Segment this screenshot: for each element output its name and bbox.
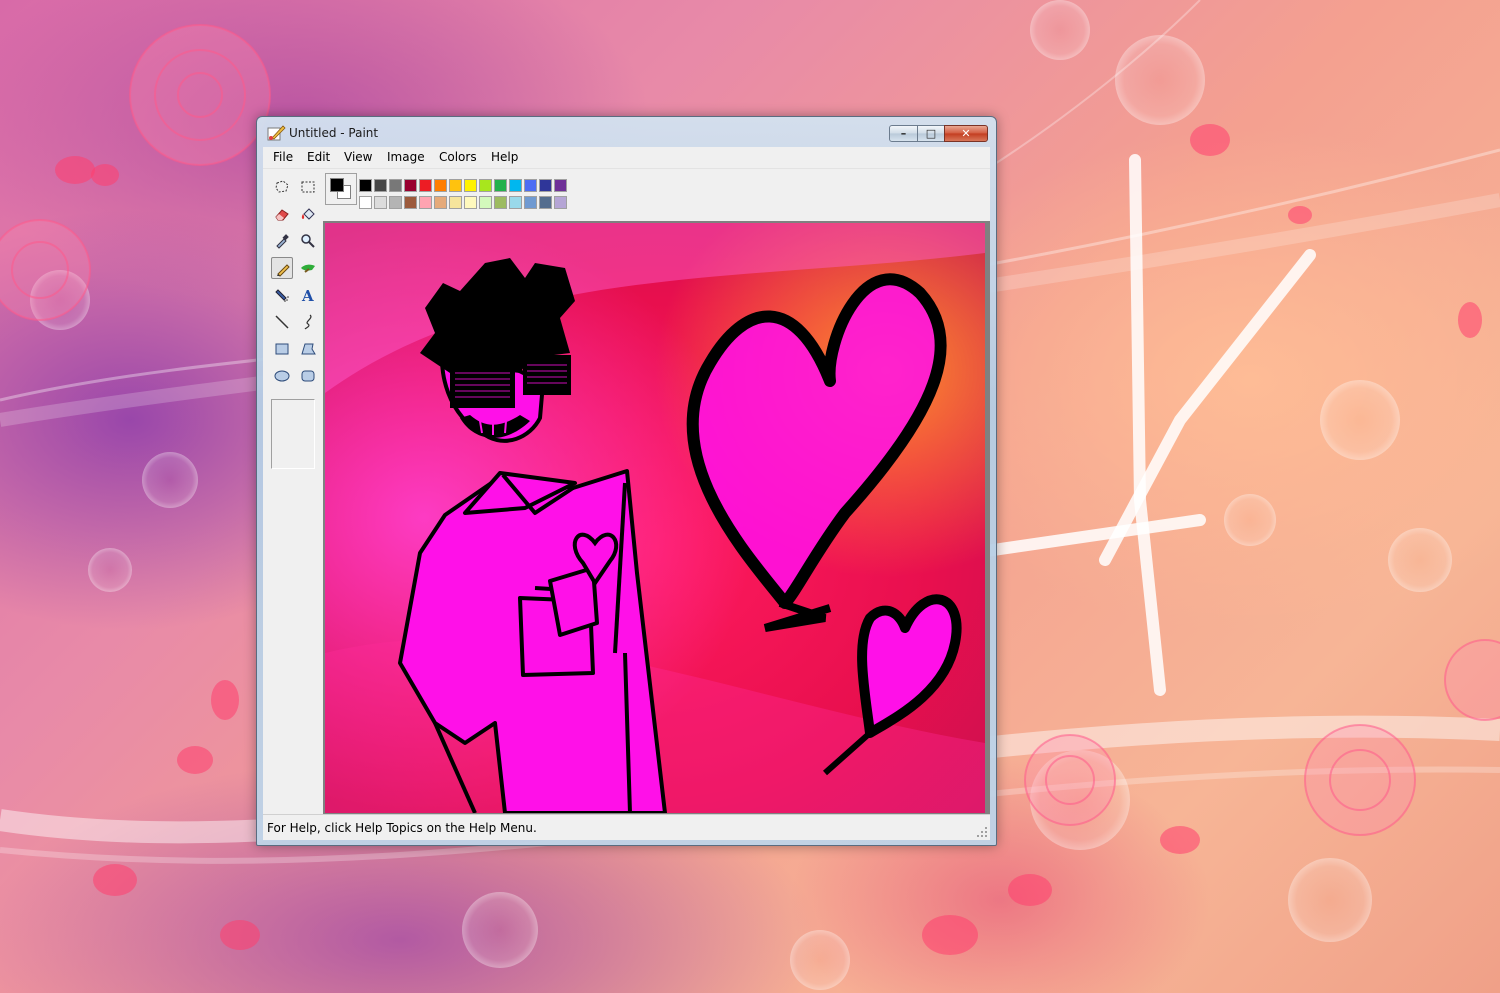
menu-image[interactable]: Image	[387, 150, 425, 164]
pick-color-tool[interactable]	[271, 230, 293, 252]
minimize-button[interactable]: –	[889, 125, 918, 142]
color-swatch[interactable]	[509, 179, 522, 192]
polygon-icon	[301, 343, 316, 355]
free-form-select-tool[interactable]	[271, 176, 293, 198]
brush-icon	[301, 264, 315, 273]
eraser-icon	[275, 209, 289, 221]
paint-app-icon	[267, 125, 286, 141]
color-swatch[interactable]	[464, 179, 477, 192]
fill-with-color-tool[interactable]	[297, 203, 319, 225]
color-swatch[interactable]	[479, 179, 492, 192]
color-swatch[interactable]	[524, 196, 537, 209]
rounded-rect-icon	[301, 370, 315, 382]
foreground-color-swatch[interactable]	[330, 178, 344, 192]
color-swatch[interactable]	[554, 196, 567, 209]
paint-window: Untitled - Paint – □ ✕ File Edit View Im…	[256, 116, 997, 846]
curve-icon	[304, 314, 312, 330]
close-icon: ✕	[961, 127, 971, 140]
color-swatch[interactable]	[509, 196, 522, 209]
title-bar[interactable]: Untitled - Paint – □ ✕	[257, 117, 996, 147]
caption-buttons: – □ ✕	[889, 125, 988, 142]
tool-options-box[interactable]	[271, 399, 315, 469]
brush-tool[interactable]	[297, 257, 319, 279]
line-tool[interactable]	[271, 311, 293, 333]
color-swatch[interactable]	[389, 196, 402, 209]
rect-select-icon	[301, 181, 315, 193]
close-button[interactable]: ✕	[944, 125, 988, 142]
ellipse-tool[interactable]	[271, 365, 293, 387]
lasso-icon	[275, 180, 289, 193]
color-swatch[interactable]	[539, 196, 552, 209]
color-swatch[interactable]	[419, 179, 432, 192]
color-swatch[interactable]	[419, 196, 432, 209]
client-area: A	[263, 169, 990, 814]
magnifier-tool[interactable]	[297, 230, 319, 252]
menu-file[interactable]: File	[273, 150, 293, 164]
color-swatch[interactable]	[374, 179, 387, 192]
color-swatch[interactable]	[479, 196, 492, 209]
color-swatch[interactable]	[464, 196, 477, 209]
pencil-tool[interactable]	[271, 257, 293, 279]
eraser-tool[interactable]	[271, 203, 293, 225]
color-swatch[interactable]	[374, 196, 387, 209]
toolbox: A	[263, 169, 323, 814]
status-bar: For Help, click Help Topics on the Help …	[263, 814, 990, 840]
color-swatch[interactable]	[524, 179, 537, 192]
color-swatch[interactable]	[449, 179, 462, 192]
color-swatch[interactable]	[434, 196, 447, 209]
menu-help[interactable]: Help	[491, 150, 518, 164]
rectangle-tool[interactable]	[271, 338, 293, 360]
polygon-tool[interactable]	[297, 338, 319, 360]
minimize-icon: –	[900, 127, 907, 140]
canvas-area	[323, 221, 990, 814]
text-icon: A	[301, 287, 314, 303]
color-swatch[interactable]	[404, 179, 417, 192]
line-icon	[275, 315, 289, 329]
magnifier-icon	[301, 234, 315, 248]
maximize-button[interactable]: □	[918, 125, 944, 142]
ellipse-icon	[274, 370, 290, 382]
color-swatch[interactable]	[389, 179, 402, 192]
rounded-rectangle-tool[interactable]	[297, 365, 319, 387]
color-palette	[323, 169, 990, 217]
color-swatch[interactable]	[554, 179, 567, 192]
color-swatch[interactable]	[434, 179, 447, 192]
airbrush-icon	[275, 289, 289, 302]
menu-view[interactable]: View	[344, 150, 372, 164]
color-swatch[interactable]	[494, 196, 507, 209]
pencil-icon	[277, 264, 290, 277]
menu-edit[interactable]: Edit	[307, 150, 330, 164]
menu-colors[interactable]: Colors	[439, 150, 477, 164]
color-swatch[interactable]	[404, 196, 417, 209]
svg-text:A: A	[301, 287, 314, 303]
paint-bucket-icon	[301, 208, 315, 220]
current-colors-box[interactable]	[325, 173, 357, 205]
curve-tool[interactable]	[297, 311, 319, 333]
color-swatch[interactable]	[359, 179, 372, 192]
maximize-icon: □	[925, 127, 937, 140]
color-swatch[interactable]	[359, 196, 372, 209]
eyedropper-icon	[276, 234, 289, 249]
color-swatch[interactable]	[494, 179, 507, 192]
color-swatch[interactable]	[539, 179, 552, 192]
resize-grip-icon[interactable]	[976, 826, 988, 838]
select-tool[interactable]	[297, 176, 319, 198]
rectangle-icon	[275, 343, 289, 355]
text-tool[interactable]: A	[297, 284, 319, 306]
status-help-text: For Help, click Help Topics on the Help …	[267, 821, 537, 835]
airbrush-tool[interactable]	[271, 284, 293, 306]
menu-bar: File Edit View Image Colors Help	[263, 147, 990, 169]
color-swatch[interactable]	[449, 196, 462, 209]
drawing-canvas[interactable]	[325, 223, 985, 813]
window-title: Untitled - Paint	[289, 126, 379, 140]
